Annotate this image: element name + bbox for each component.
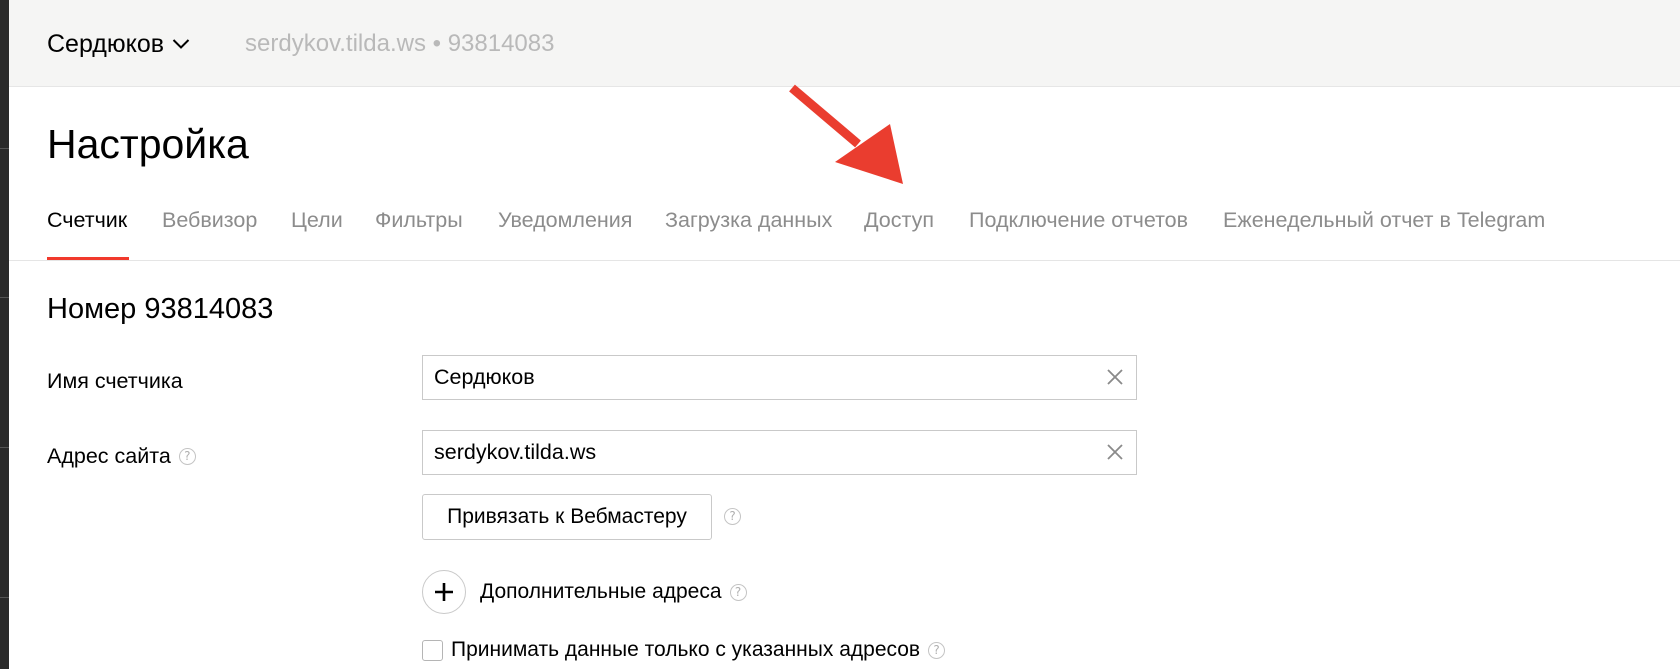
help-icon[interactable]: ? (724, 508, 741, 525)
counter-switcher[interactable]: Сердюков (47, 26, 190, 62)
tab-data-upload[interactable]: Загрузка данных (665, 205, 832, 235)
tab-counter[interactable]: Счетчик (47, 205, 127, 235)
additional-addresses-label[interactable]: Дополнительные адреса (480, 577, 722, 607)
only-specified-addresses-row: Принимать данные только с указанных адре… (422, 635, 946, 665)
tab-filters[interactable]: Фильтры (375, 205, 463, 235)
site-address-field[interactable] (422, 430, 1137, 475)
plus-icon (435, 583, 453, 601)
tab-notifications[interactable]: Уведомления (498, 205, 632, 235)
annotation-arrow-icon (789, 84, 903, 184)
site-address-label: Адрес сайта ? (47, 441, 196, 471)
counter-number-title: Номер 93814083 (47, 293, 274, 325)
counter-name-label-text: Имя счетчика (47, 369, 183, 393)
page: Сердюков serdykov.tilda.ws • 93814083 На… (0, 0, 1680, 669)
link-webmaster-button[interactable]: Привязать к Вебмастеру (422, 494, 712, 540)
counter-header: Сердюков serdykov.tilda.ws • 93814083 (9, 0, 1680, 87)
window-left-edge (0, 0, 9, 669)
counter-name-label: Имя счетчика (47, 366, 183, 396)
site-address-label-text: Адрес сайта (47, 444, 171, 468)
page-title: Настройка (47, 121, 249, 167)
add-address-button[interactable] (422, 570, 466, 614)
tab-report-connection[interactable]: Подключение отчетов (969, 205, 1188, 235)
counter-name-field[interactable] (422, 355, 1137, 400)
clear-icon[interactable] (1105, 442, 1125, 462)
counter-name: Сердюков (47, 30, 165, 58)
active-tab-indicator (47, 257, 129, 260)
site-address-input[interactable] (434, 431, 1074, 474)
help-icon[interactable]: ? (729, 583, 747, 601)
only-specified-addresses-label[interactable]: Принимать данные только с указанных адре… (451, 635, 920, 665)
tab-access[interactable]: Доступ (864, 205, 934, 235)
additional-addresses: Дополнительные адреса ? (422, 570, 747, 614)
edge-notch (0, 447, 9, 448)
tab-weekly-telegram-report[interactable]: Еженедельный отчет в Telegram (1223, 205, 1545, 235)
help-icon[interactable]: ? (928, 641, 946, 659)
counter-name-input[interactable] (434, 356, 1074, 399)
clear-icon[interactable] (1105, 367, 1125, 387)
only-specified-addresses-checkbox[interactable] (422, 639, 443, 661)
edge-notch (0, 148, 9, 149)
help-icon[interactable]: ? (178, 447, 196, 465)
settings-tabs: Счетчик Вебвизор Цели Фильтры Уведомлени… (9, 198, 1680, 261)
tab-webvisor[interactable]: Вебвизор (162, 205, 257, 235)
chevron-down-icon (172, 39, 190, 49)
site-meta: serdykov.tilda.ws • 93814083 (245, 30, 555, 57)
edge-notch (0, 297, 9, 298)
tab-goals[interactable]: Цели (291, 205, 343, 235)
edge-notch (0, 597, 9, 598)
